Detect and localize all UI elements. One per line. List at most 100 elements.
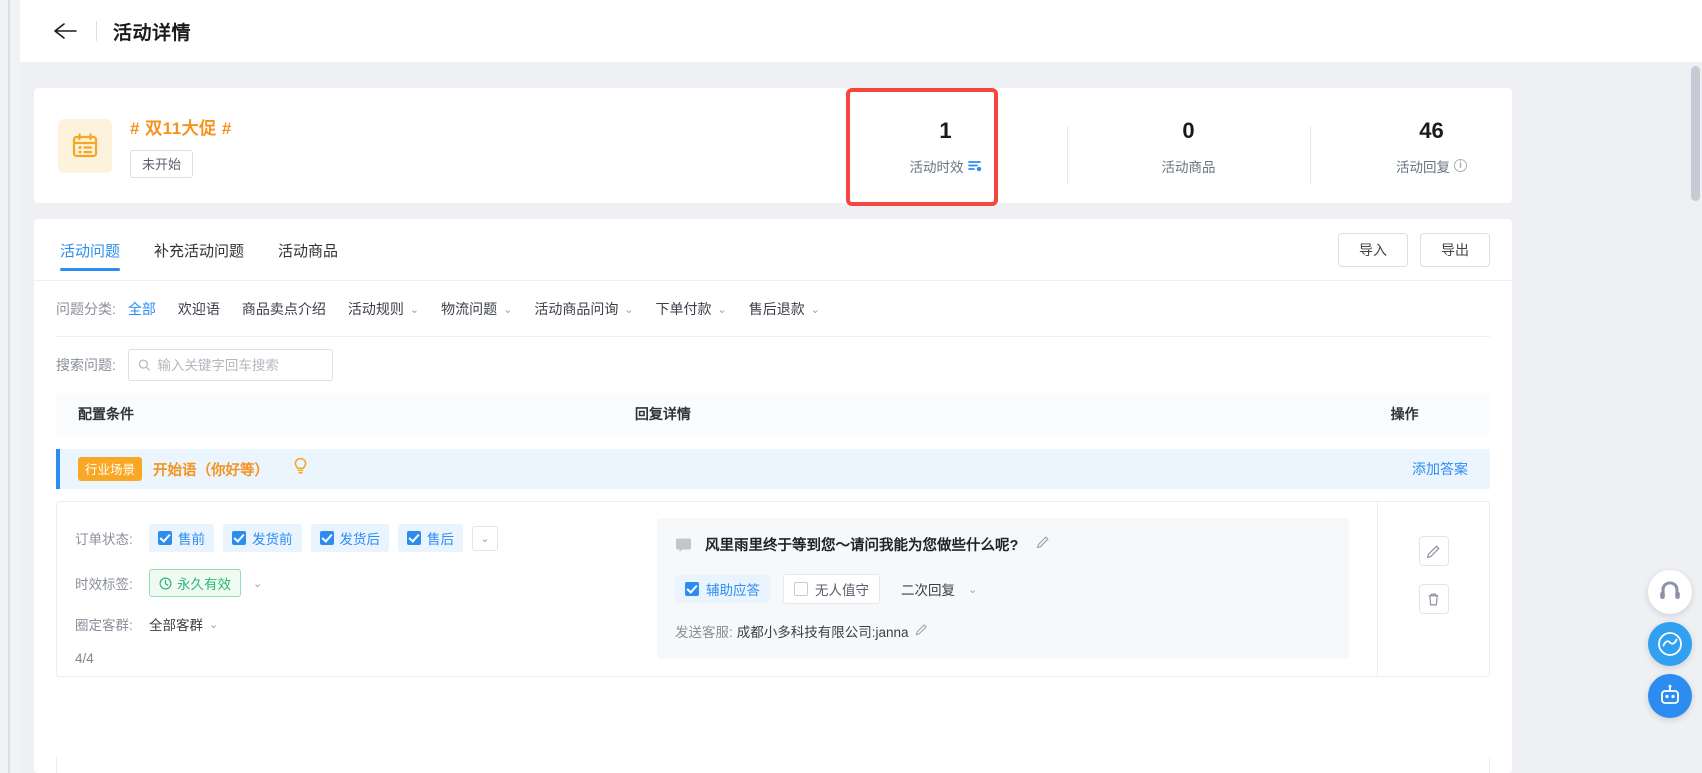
search-icon [138, 359, 150, 371]
row-edit-button[interactable] [1418, 536, 1449, 566]
search-input[interactable] [157, 357, 323, 373]
filter-item-label: 活动商品问询 [534, 301, 619, 317]
order-status-before-shipping[interactable]: 发货前 [223, 524, 302, 552]
table-header: 配置条件 回复详情 操作 [56, 393, 1490, 435]
row-delete-button[interactable] [1418, 584, 1449, 614]
stat-label-text: 活动时效 [909, 159, 964, 175]
group-title: 开始语（你好等） [153, 462, 270, 479]
config-cell: 订单状态: 售前 发货前 发货后 售后 ⌄ 时效标签: 永久有效 ⌄ 圈定客群:… [57, 502, 657, 676]
stat-label-text: 活动商品 [1161, 159, 1216, 175]
customer-group-line: 圈定客群: 全部客群 ⌄ [75, 614, 657, 634]
export-button[interactable]: 导出 [1420, 233, 1490, 267]
stat-label: 活动商品 [1067, 156, 1310, 176]
option-label: 辅助应答 [706, 583, 760, 598]
tab-supplementary-questions[interactable]: 补充活动问题 [154, 219, 244, 281]
filter-item-product-inquiry[interactable]: 活动商品问询 ⌄ [534, 299, 633, 319]
filter-item-welcome[interactable]: 欢迎语 [178, 299, 220, 319]
chevron-down-icon[interactable]: ⌄ [209, 618, 218, 631]
chip-label: 发货前 [252, 532, 293, 547]
filter-item-activity-rules[interactable]: 活动规则 ⌄ [348, 299, 419, 319]
validity-label: 时效标签: [75, 577, 133, 592]
validity-tag[interactable]: 永久有效 [149, 569, 241, 597]
arrow-left-icon [54, 23, 77, 39]
filter-item-label: 全部 [127, 301, 156, 317]
tab-activity-products[interactable]: 活动商品 [278, 219, 338, 281]
filter-item-all[interactable]: 全部 [128, 299, 156, 319]
option-label: 二次回复 [901, 583, 955, 598]
stat-activity-reply[interactable]: 46 活动回复 i [1310, 116, 1553, 184]
option-assist-reply[interactable]: 辅助应答 [675, 575, 770, 603]
lightbulb-icon[interactable] [293, 457, 308, 481]
help-button[interactable] [1648, 570, 1692, 614]
reply-sender: 发送客服: 成都小多科技有限公司:janna [675, 621, 1331, 641]
left-edge-strip [0, 0, 20, 773]
import-button[interactable]: 导入 [1338, 233, 1408, 267]
order-status-presale[interactable]: 售前 [149, 524, 214, 552]
chevron-down-icon: ⌄ [624, 303, 634, 316]
activity-title: # 双11大促 # [130, 118, 232, 138]
column-header-config: 配置条件 [78, 406, 134, 422]
stats-group: 1 活动时效 0 活动商品 46 活动回复 i [824, 88, 1553, 203]
tab-bar: 活动问题 补充活动问题 活动商品 导入 导出 [34, 219, 1512, 281]
stat-label-text: 活动回复 [1396, 159, 1450, 175]
reply-options: 辅助应答 无人值守 二次回复 ⌄ [675, 574, 1331, 604]
page-header: 活动详情 [20, 0, 1702, 62]
checkbox-checked-icon [158, 531, 172, 545]
filter-item-selling-points[interactable]: 商品卖点介绍 [242, 299, 326, 319]
stat-label: 活动回复 i [1310, 156, 1553, 176]
stat-value: 0 [1182, 117, 1195, 143]
option-label: 无人值守 [815, 583, 869, 598]
toolbar-buttons: 导入 导出 [1338, 233, 1490, 267]
page-scrollbar[interactable] [1691, 66, 1700, 771]
chevron-down-icon[interactable]: ⌄ [253, 577, 262, 590]
filter-item-label: 物流问题 [441, 301, 498, 317]
checkbox-checked-icon [232, 531, 246, 545]
scrollbar-thumb[interactable] [1691, 66, 1700, 201]
info-icon[interactable]: i [1454, 159, 1467, 172]
filter-item-label: 下单付款 [655, 301, 712, 317]
filter-item-logistics[interactable]: 物流问题 ⌄ [441, 299, 512, 319]
checkbox-checked-icon [319, 531, 334, 545]
status-badge: 未开始 [130, 149, 194, 178]
edit-icon[interactable] [915, 623, 928, 639]
reply-cell: 风里雨里终于等到您～请问我能为您做些什么呢? 辅助应答 无人值守 二次回复 ⌄ … [657, 502, 1377, 676]
order-status-after-shipping[interactable]: 发货后 [310, 524, 389, 552]
option-second-reply[interactable]: 二次回复 ⌄ [893, 579, 977, 599]
chat-button[interactable] [1648, 622, 1692, 666]
chevron-down-icon[interactable]: ⌄ [472, 525, 498, 551]
filter-item-label: 欢迎语 [177, 301, 220, 317]
table-row: 订单状态: 售前 发货前 发货后 售后 ⌄ 时效标签: 永久有效 ⌄ 圈定客群:… [56, 501, 1490, 677]
filter-item-label: 商品卖点介绍 [241, 301, 326, 317]
reply-text: 风里雨里终于等到您～请问我能为您做些什么呢? [705, 538, 1019, 554]
validity-value: 永久有效 [177, 577, 231, 592]
filter-item-order-payment[interactable]: 下单付款 ⌄ [656, 299, 727, 319]
tab-activity-questions[interactable]: 活动问题 [60, 219, 121, 281]
stat-label: 活动时效 [824, 156, 1067, 176]
edit-icon[interactable] [1036, 535, 1050, 554]
filter-list-icon [967, 160, 981, 171]
next-row-placeholder [56, 757, 1490, 773]
sender-label: 发送客服: [675, 625, 733, 640]
stat-value: 1 [939, 117, 952, 143]
filter-item-after-sales-refund[interactable]: 售后退款 ⌄ [749, 299, 820, 319]
calendar-list-icon [58, 118, 112, 173]
add-answer-button[interactable]: 添加答案 [1412, 459, 1468, 479]
column-header-reply: 回复详情 [634, 406, 691, 422]
stat-activity-product[interactable]: 0 活动商品 [1067, 116, 1310, 184]
order-status-label: 订单状态: [75, 532, 133, 547]
help-icon [1660, 581, 1680, 599]
page-root: 活动详情 # 双11大促 # 未开始 1 活动时效 0 活动商品 46 活动回复… [0, 0, 1702, 773]
back-button[interactable] [48, 16, 82, 46]
filter-item-label: 售后退款 [748, 301, 805, 317]
content-panel: 活动问题 补充活动问题 活动商品 导入 导出 问题分类: 全部 欢迎语 商品卖点… [34, 219, 1512, 773]
search-box[interactable] [127, 349, 333, 381]
edit-icon [1426, 544, 1440, 558]
stat-activity-validity[interactable]: 1 活动时效 [824, 116, 1067, 176]
robot-button[interactable] [1648, 674, 1692, 718]
validity-line: 时效标签: 永久有效 ⌄ [75, 569, 657, 597]
option-unattended[interactable]: 无人值守 [783, 574, 880, 604]
order-status-after-sales[interactable]: 售后 [398, 524, 463, 552]
search-label: 搜索问题: [56, 357, 116, 373]
clock-icon [159, 576, 172, 590]
order-status-line: 订单状态: 售前 发货前 发货后 售后 ⌄ [75, 524, 657, 552]
